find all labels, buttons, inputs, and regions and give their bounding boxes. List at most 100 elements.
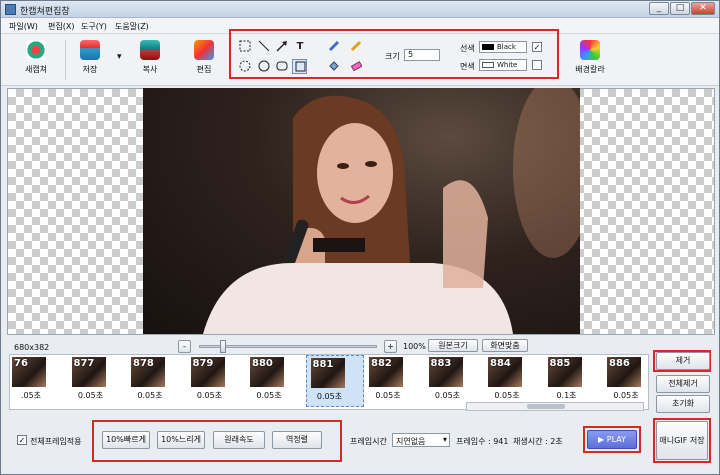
frame-time-value: 지연없음 <box>396 437 426 446</box>
fill-color-checkbox[interactable] <box>532 60 542 70</box>
circle-tool-icon[interactable] <box>257 60 271 74</box>
minimize-button[interactable]: _ <box>649 2 669 15</box>
fill-bucket-icon[interactable] <box>327 60 341 74</box>
frame-image: 880 <box>250 357 284 387</box>
frame-number: 877 <box>73 358 95 369</box>
arrow-tool-icon[interactable] <box>275 40 289 54</box>
reverse-order-button[interactable]: 역정렬 <box>272 431 322 449</box>
menu-tools[interactable]: 도구(Y) <box>81 21 107 32</box>
line-color-picker[interactable]: Black <box>479 41 527 53</box>
copy-label: 복사 <box>142 65 158 74</box>
bg-color-button[interactable]: 배경칼라 <box>567 40 613 82</box>
frame-number: 883 <box>430 358 452 369</box>
frame-thumbnail[interactable]: 883 0.05초 <box>425 355 483 407</box>
frame-number: 879 <box>192 358 214 369</box>
frame-thumbnail[interactable]: 880 0.05초 <box>246 355 304 407</box>
frame-count: 프레임수 : 941 <box>456 437 509 446</box>
edit-button[interactable]: 편집 <box>181 40 227 82</box>
save-gif-button[interactable]: 애니GIF 저장 <box>656 421 708 460</box>
fill-color-picker[interactable]: White <box>479 59 527 71</box>
rounded-rect-icon[interactable] <box>275 60 289 74</box>
fit-screen-button[interactable]: 화면맞춤 <box>482 339 528 352</box>
frame-number: 882 <box>371 358 392 369</box>
frame-thumbnail[interactable]: 76 .05초 <box>8 355 66 407</box>
frame-time-select[interactable]: 지연없음 ▾ <box>392 433 450 447</box>
copy-button[interactable]: 복사 <box>127 40 173 82</box>
line-tool-icon[interactable] <box>257 40 271 54</box>
play-label: PLAY <box>606 435 626 444</box>
frame-thumbnail[interactable]: 879 0.05초 <box>187 355 245 407</box>
frame-duration: .05초 <box>20 391 42 400</box>
frame-image: 885 <box>547 357 582 387</box>
frame-duration: 0.05초 <box>256 391 282 400</box>
frame-image: 883 <box>428 357 463 387</box>
frame-duration: 0.05초 <box>137 391 163 400</box>
frame-strip-scrollbar[interactable] <box>466 402 644 411</box>
scrollbar-thumb[interactable] <box>527 404 565 409</box>
frame-number: 878 <box>133 358 154 369</box>
title-bar: 한캡쳐편집창 _ □ ✕ <box>1 1 719 18</box>
frame-number: 885 <box>549 358 571 369</box>
original-size-button[interactable]: 원본크기 <box>428 339 478 352</box>
remove-frame-button[interactable]: 제거 <box>656 352 710 370</box>
menu-help[interactable]: 도움말(Z) <box>115 21 149 32</box>
frame-duration: 0.1초 <box>556 391 577 400</box>
frame-thumbnail[interactable]: 878 0.05초 <box>127 355 185 407</box>
save-label: 저장 <box>82 65 98 74</box>
save-dropdown-arrow[interactable]: ▾ <box>117 52 122 62</box>
frame-number: 881 <box>312 359 334 370</box>
frame-thumbnail[interactable]: 885 0.1초 <box>544 355 602 407</box>
frame-duration: 0.05초 <box>316 392 343 401</box>
menu-file[interactable]: 파일(W) <box>9 21 38 32</box>
bg-color-label: 배경칼라 <box>575 65 605 74</box>
play-icon: ▶ <box>598 435 607 444</box>
play-button[interactable]: ▶ PLAY <box>587 430 637 449</box>
maximize-button[interactable]: □ <box>670 2 690 15</box>
save-button[interactable]: 저장 <box>67 40 113 82</box>
frame-thumbnail[interactable]: 884 0.05초 <box>484 355 542 407</box>
size-spinner[interactable]: 5 <box>404 49 440 61</box>
frame-thumbnail[interactable]: 882 0.05초 <box>365 355 423 407</box>
new-capture-button[interactable]: 새캡쳐 <box>13 40 59 82</box>
play-time: 재생시간 : 2초 <box>513 437 563 446</box>
frame-thumbnail[interactable]: 881 0.05초 <box>305 355 364 407</box>
menu-edit[interactable]: 편집(X) <box>48 21 74 32</box>
zoom-slider[interactable] <box>199 340 377 353</box>
frame-duration: 0.05초 <box>196 391 223 400</box>
frame-thumbnail[interactable]: 877 0.05초 <box>68 355 126 407</box>
rect-select-icon[interactable] <box>238 40 252 54</box>
slower-button[interactable]: 10%느리게 <box>157 431 205 449</box>
frame-time-label: 프레임시간 <box>350 437 387 446</box>
frame-number: 76 <box>14 358 28 369</box>
frame-number: 886 <box>609 358 630 369</box>
frame-duration: 0.05초 <box>494 391 520 400</box>
zoom-percent: 100% <box>403 342 426 351</box>
edit-label: 편집 <box>196 65 212 74</box>
remove-all-button[interactable]: 전체제거 <box>656 375 710 393</box>
line-color-label: 선색 <box>460 44 475 53</box>
line-color-value: Black <box>497 43 516 51</box>
eraser-icon[interactable] <box>349 60 363 74</box>
apply-all-frames-checkbox[interactable]: ✓ <box>17 435 27 445</box>
paint-icon <box>194 40 214 60</box>
close-button[interactable]: ✕ <box>691 2 715 15</box>
rect-tool-icon[interactable] <box>292 59 307 74</box>
pencil-icon[interactable] <box>327 40 341 54</box>
line-color-checkbox[interactable]: ✓ <box>532 42 542 52</box>
zoom-slider-thumb[interactable] <box>220 340 227 353</box>
faster-button[interactable]: 10%빠르게 <box>102 431 150 449</box>
ellipse-select-icon[interactable] <box>238 60 252 74</box>
zoom-in-button[interactable]: + <box>384 340 397 353</box>
fill-color-swatch <box>482 62 494 68</box>
brush-icon[interactable] <box>349 40 363 54</box>
zoom-bar: 680x382 - + 100% 원본크기 화면맞춤 <box>1 337 719 354</box>
size-value: 5 <box>408 50 414 59</box>
frame-image: 886 <box>607 357 641 387</box>
frame-duration: 0.05초 <box>375 391 401 400</box>
zoom-out-button[interactable]: - <box>178 340 191 353</box>
text-tool-icon[interactable]: T <box>293 40 307 54</box>
original-speed-button[interactable]: 원래속도 <box>213 431 265 449</box>
size-label: 크기 <box>385 52 400 61</box>
frame-duration: 0.05초 <box>434 391 461 400</box>
reset-button[interactable]: 초기화 <box>656 395 710 413</box>
